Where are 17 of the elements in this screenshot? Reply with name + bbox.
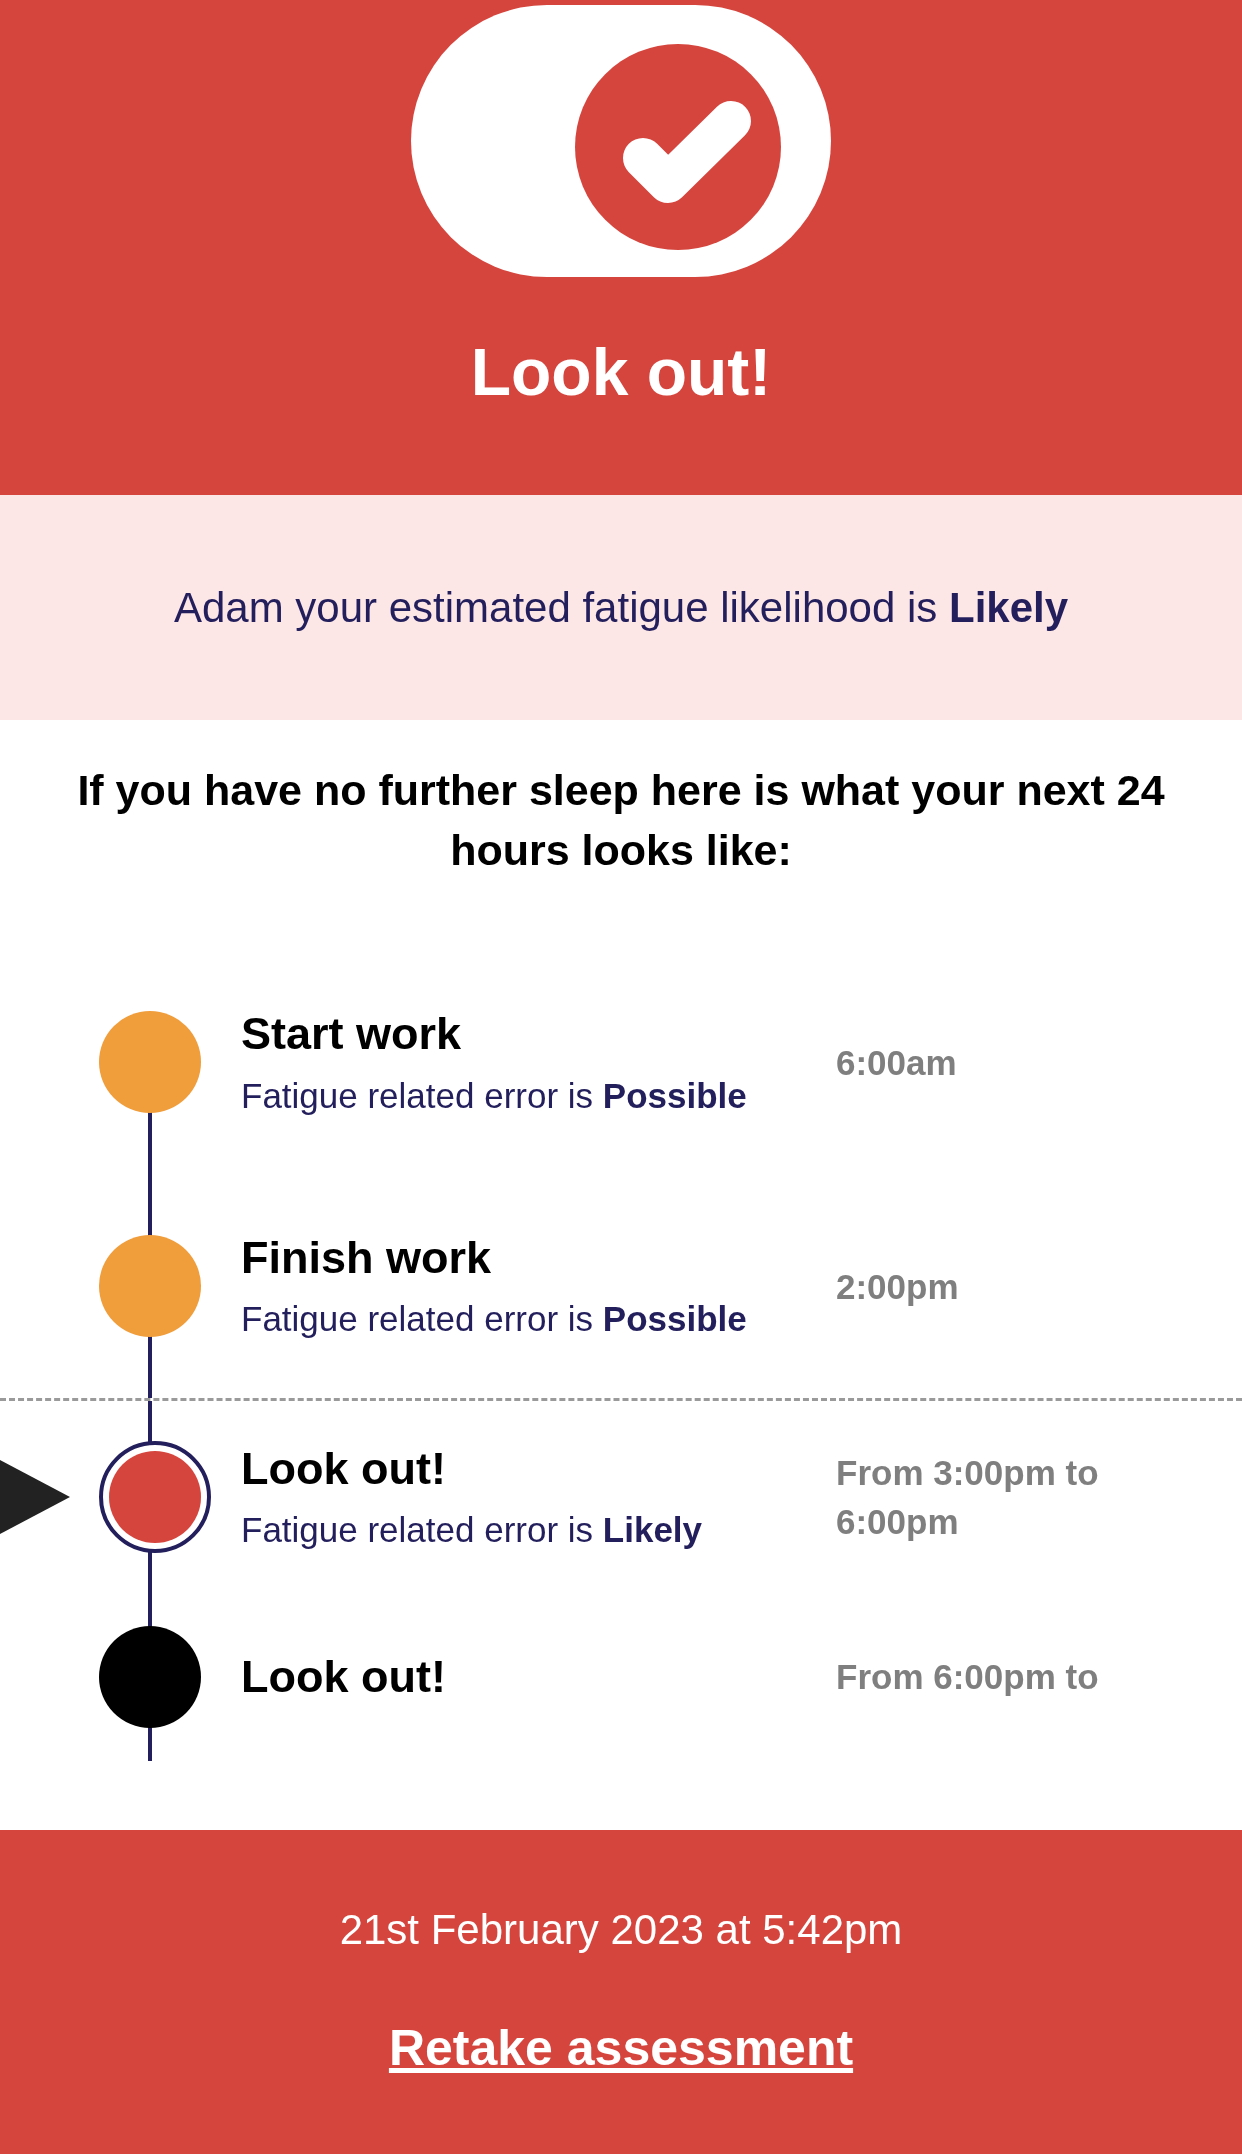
retake-link[interactable]: Retake assessment: [388, 2011, 854, 2086]
event-title: Start work: [241, 1007, 463, 1062]
summary-text: Adam your estimated fatigue likelihood is Likely: [173, 583, 1069, 633]
alert-title: Look out!: [470, 339, 772, 405]
event-title: Look out!: [241, 1649, 447, 1704]
event-time: From 6:00pm to: [836, 1656, 1100, 1699]
event-title: Finish work: [241, 1231, 493, 1286]
timestamp: 21st February 2023 at 5:42pm: [339, 1905, 903, 1955]
event-description: Fatigue related error is Likely: [241, 1509, 704, 1552]
event-time: 2:00pm: [836, 1265, 960, 1308]
event-time: From 3:00pm to 6:00pm: [836, 1451, 1100, 1543]
intro-heading: If you have no further sleep here is what your next 24 hours looks like:: [76, 765, 1166, 877]
pointer-icon: [0, 1459, 70, 1534]
event-description: Fatigue related error is Possible: [241, 1074, 748, 1117]
event-description: Fatigue related error is Possible: [241, 1298, 748, 1341]
event-time: 6:00am: [836, 1041, 958, 1084]
event-title: Look out!: [241, 1441, 447, 1496]
